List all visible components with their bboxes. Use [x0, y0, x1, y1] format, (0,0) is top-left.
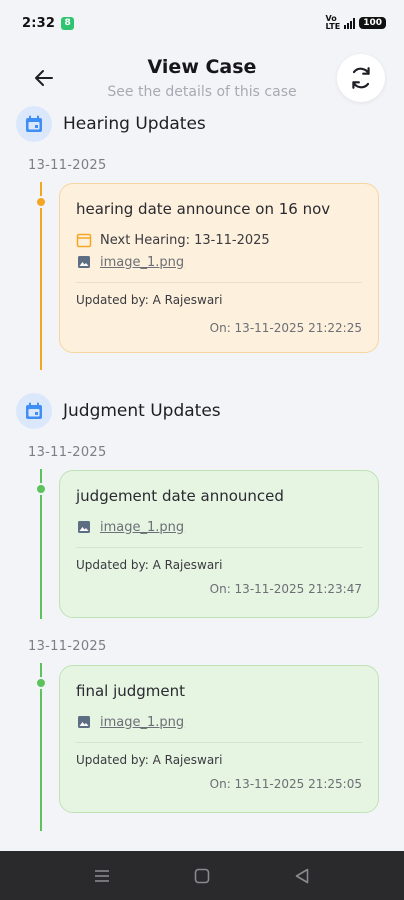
section-icon-wrap: [16, 393, 52, 429]
refresh-button[interactable]: [337, 54, 385, 102]
update-text: hearing date announce on 16 nov: [76, 200, 331, 218]
update-text: final judgment: [76, 682, 186, 700]
timeline-dot: [35, 483, 47, 495]
status-time: 2:32: [22, 15, 56, 31]
attachment-link[interactable]: image_1.png: [100, 255, 184, 270]
back-nav-button[interactable]: [252, 868, 352, 884]
home-button[interactable]: [152, 868, 252, 884]
card-divider: [76, 742, 362, 743]
app-notification-badge: 8: [61, 16, 75, 30]
updated-on: On: 13-11-2025 21:23:47: [209, 582, 362, 596]
hearing-section-title: Hearing Updates: [63, 114, 206, 134]
menu-icon: [95, 869, 109, 882]
attachment-row: image_1.png: [76, 519, 362, 535]
image-icon: [76, 254, 92, 270]
network-type-indicator: Vo LTE: [326, 15, 341, 31]
card-divider: [76, 547, 362, 548]
status-bar: 2:32 8 Vo LTE 100: [0, 0, 404, 46]
attachment-row: image_1.png: [76, 714, 362, 730]
hearing-update-card: hearing date announce on 16 nov Next Hea…: [59, 183, 379, 353]
refresh-icon: [352, 67, 370, 89]
update-text: judgement date announced: [76, 487, 284, 505]
card-divider: [76, 282, 362, 283]
attachment-link[interactable]: image_1.png: [100, 715, 184, 730]
timeline-dot: [35, 196, 47, 208]
judgment-update-card: final judgment image_1.png Updated by: A…: [59, 665, 379, 813]
updated-by: Updated by: A Rajeswari: [76, 558, 223, 572]
updated-by: Updated by: A Rajeswari: [76, 753, 223, 767]
recent-apps-button[interactable]: [52, 869, 152, 883]
next-hearing-row: Next Hearing: 13-11-2025: [76, 232, 362, 248]
judgment-update-card: judgement date announced image_1.png Upd…: [59, 470, 379, 618]
app-header: View Case See the details of this case: [0, 46, 404, 108]
image-icon: [76, 714, 92, 730]
judgment-section-title: Judgment Updates: [63, 401, 221, 421]
attachment-row: image_1.png: [76, 254, 362, 270]
system-nav-bar: [0, 851, 404, 900]
calendar-icon: [76, 232, 92, 248]
network-label-bottom: LTE: [325, 22, 341, 31]
attachment-link[interactable]: image_1.png: [100, 520, 184, 535]
entry-date: 13-11-2025: [28, 158, 107, 173]
entry-date: 13-11-2025: [28, 445, 107, 460]
hearing-section-header: Hearing Updates: [16, 106, 206, 142]
calendar-icon: [26, 115, 42, 132]
entry-date: 13-11-2025: [28, 639, 107, 654]
updated-by: Updated by: A Rajeswari: [76, 293, 223, 307]
triangle-back-icon: [295, 868, 309, 883]
signal-icon: [344, 17, 356, 29]
judgment-section-header: Judgment Updates: [16, 393, 221, 429]
image-icon: [76, 519, 92, 535]
section-icon-wrap: [16, 106, 52, 142]
updated-on: On: 13-11-2025 21:25:05: [209, 777, 362, 791]
timeline-dot: [35, 677, 47, 689]
battery-indicator: 100: [359, 17, 386, 29]
next-hearing-text: Next Hearing: 13-11-2025: [100, 232, 270, 248]
calendar-icon: [26, 402, 42, 419]
square-icon: [194, 868, 210, 883]
updated-on: On: 13-11-2025 21:22:25: [209, 321, 362, 335]
timeline-line: [40, 182, 42, 370]
